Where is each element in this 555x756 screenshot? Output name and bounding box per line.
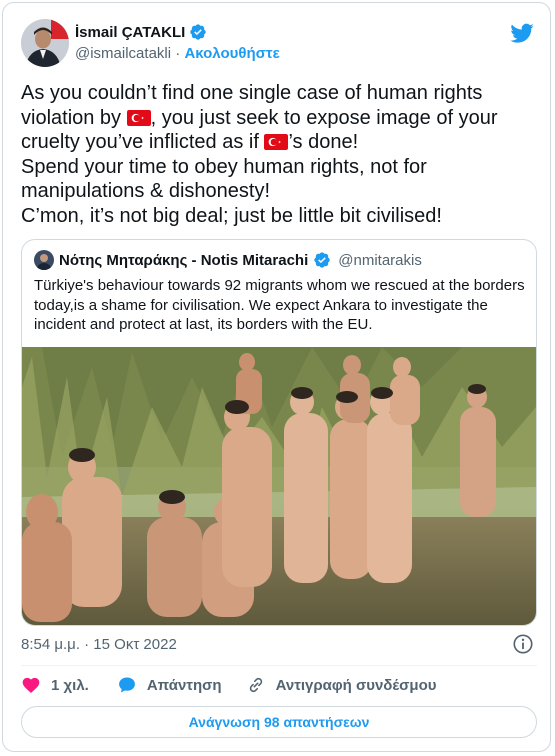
action-bar: 1 χιλ. Απάντηση Αντιγραφή συνδέσμου xyxy=(21,675,437,695)
author-avatar[interactable] xyxy=(21,19,69,67)
tweet-text-line-2: Spend your time to obey human rights, no… xyxy=(21,155,427,203)
follow-button[interactable]: Ακολουθήστε xyxy=(184,45,279,62)
divider xyxy=(21,665,537,666)
reply-button[interactable]: Απάντηση xyxy=(117,675,222,695)
tweet-card: İsmail ÇATAKLI @ismailcatakli · Ακολουθή… xyxy=(2,2,551,752)
quoted-author-avatar xyxy=(34,250,54,270)
tweet-timestamp[interactable]: 8:54 μ.μ. · 15 Οκτ 2022 xyxy=(21,636,177,653)
turkey-flag-icon xyxy=(264,134,289,150)
link-icon xyxy=(249,677,262,693)
quoted-tweet-text: Türkiye's behaviour towards 92 migrants … xyxy=(34,277,525,333)
author-name[interactable]: İsmail ÇATAKLI xyxy=(75,24,185,41)
quoted-tweet-photo[interactable] xyxy=(22,347,536,625)
heart-icon xyxy=(22,677,40,693)
tweet-text-part-3: ’s done! xyxy=(288,131,359,153)
verified-badge-icon xyxy=(314,252,330,268)
reply-bubble-icon xyxy=(118,677,135,693)
author-handle[interactable]: @ismailcatakli xyxy=(75,45,171,62)
read-replies-button[interactable]: Ανάγνωση 98 απαντήσεων xyxy=(21,706,537,738)
copy-link-label: Αντιγραφή συνδέσμου xyxy=(275,676,437,694)
author-avatar-image xyxy=(21,19,69,67)
like-count: 1 χιλ. xyxy=(51,676,89,694)
info-icon[interactable] xyxy=(512,633,534,655)
quoted-author-name: Νότης Μηταράκης - Notis Mitarachi xyxy=(59,251,309,269)
quoted-tweet[interactable]: Νότης Μηταράκης - Notis Mitarachi @nmita… xyxy=(21,239,537,626)
twitter-bird-icon[interactable] xyxy=(510,21,534,45)
handle-separator: · xyxy=(171,45,185,62)
quoted-author-handle: @nmitarakis xyxy=(338,251,422,269)
tweet-text: As you couldn’t find one single case of … xyxy=(21,81,536,228)
copy-link-button[interactable]: Αντιγραφή συνδέσμου xyxy=(246,675,437,695)
turkey-flag-icon xyxy=(126,109,151,126)
verified-badge-icon xyxy=(190,24,206,40)
like-button[interactable]: 1 χιλ. xyxy=(21,675,89,695)
reply-label: Απάντηση xyxy=(146,676,222,694)
tweet-text-line-3: C’mon, it’s not big deal; just be little… xyxy=(21,204,442,227)
